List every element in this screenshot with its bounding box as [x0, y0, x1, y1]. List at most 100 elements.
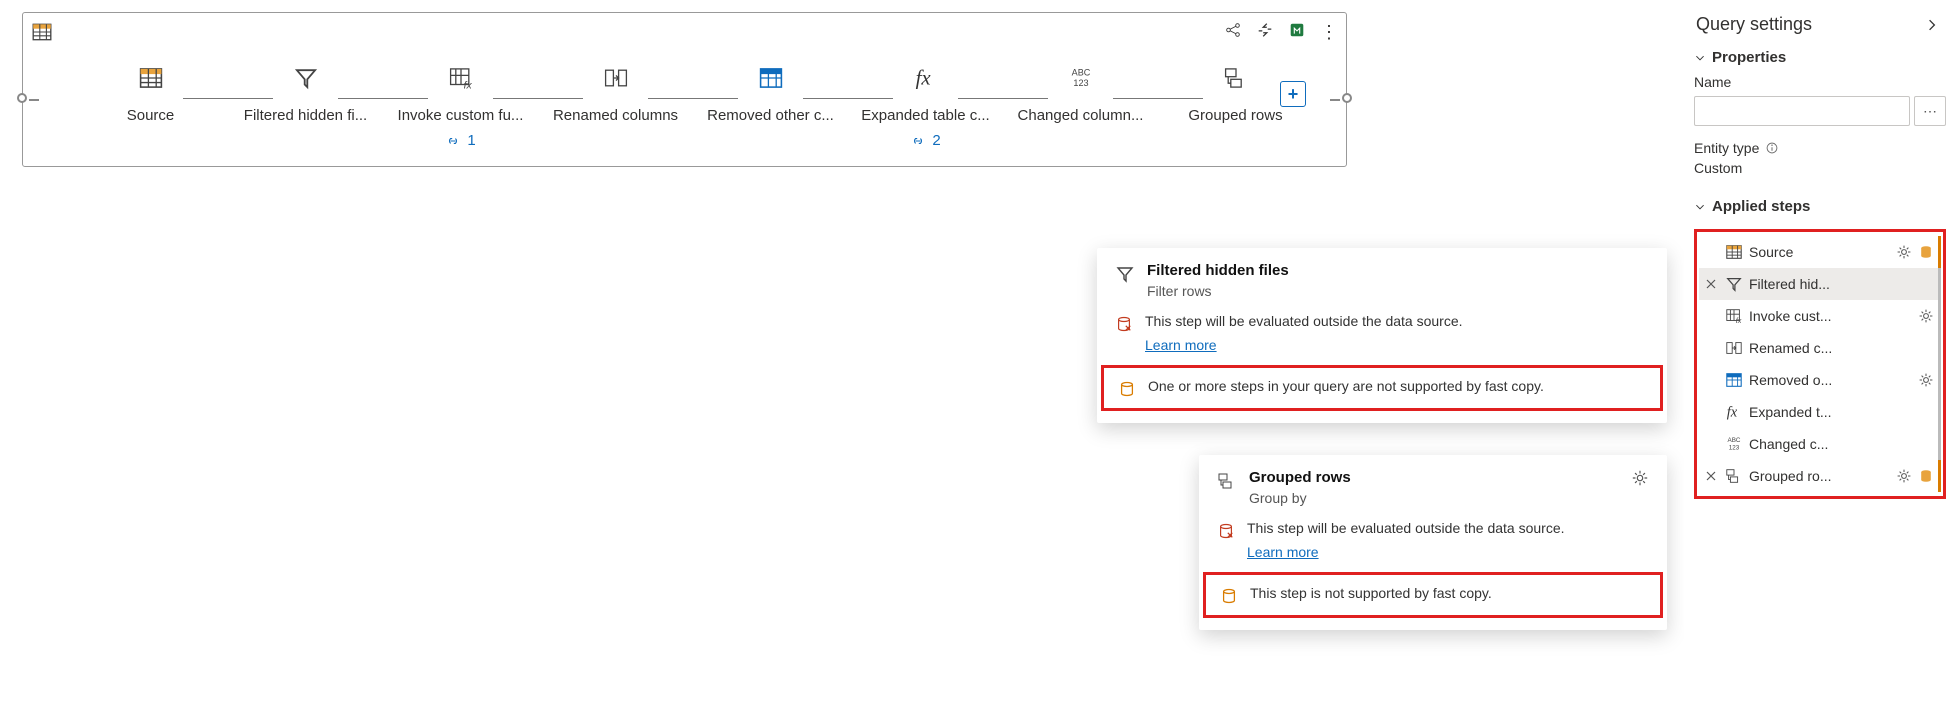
step-label: Invoke cust...: [1749, 308, 1912, 324]
diagram-step[interactable]: Invoke custom fu... 1: [383, 63, 538, 149]
step-label: Source: [127, 107, 175, 124]
filter-icon: [1725, 275, 1743, 293]
applied-step-item[interactable]: Removed o...: [1699, 364, 1941, 396]
rename-cols-icon: [1725, 339, 1743, 357]
name-more-button[interactable]: ⋯: [1914, 96, 1946, 126]
chevron-down-icon: [1694, 201, 1706, 213]
powerquery-icon[interactable]: [1288, 21, 1306, 42]
applied-step-item[interactable]: Renamed c...: [1699, 332, 1941, 364]
group-icon: [1217, 471, 1237, 491]
step-linked-count[interactable]: 2: [910, 132, 940, 149]
database-icon: [1918, 468, 1934, 484]
info-icon[interactable]: [1765, 141, 1779, 155]
step-label: Filtered hid...: [1749, 276, 1934, 292]
group-icon: [1725, 467, 1743, 485]
table-icon: [31, 21, 53, 43]
abc123-icon: [1066, 63, 1096, 93]
query-settings-panel: Query settings Properties Name ⋯ Entity …: [1684, 0, 1952, 708]
entity-type-label: Entity type: [1694, 140, 1759, 156]
steps-row: Source Filtered hidden fi... Invoke cust…: [73, 63, 1316, 149]
learn-more-link[interactable]: Learn more: [1247, 544, 1319, 560]
step-label: Expanded t...: [1749, 404, 1934, 420]
gear-icon[interactable]: [1896, 468, 1912, 484]
entity-type-value: Custom: [1694, 160, 1946, 176]
filter-icon: [291, 63, 321, 93]
applied-step-item[interactable]: Invoke cust...: [1699, 300, 1941, 332]
rename-cols-icon: [601, 63, 631, 93]
sidebar-title: Query settings: [1696, 14, 1812, 35]
step-label: Changed column...: [1018, 107, 1144, 124]
step-label: Removed o...: [1749, 372, 1912, 388]
name-label: Name: [1694, 74, 1946, 90]
chevron-right-icon[interactable]: [1924, 17, 1940, 33]
applied-step-item[interactable]: Grouped ro...: [1699, 460, 1941, 492]
table-fx-icon: [1725, 307, 1743, 325]
step-label: Grouped rows: [1188, 107, 1282, 124]
abc123-icon: [1725, 435, 1743, 453]
applied-steps-header[interactable]: Applied steps: [1694, 194, 1946, 223]
step-label: Grouped ro...: [1749, 468, 1890, 484]
input-connector: [17, 93, 27, 103]
tooltip1-fastcopy: One or more steps in your query are not …: [1148, 378, 1544, 394]
properties-section-header[interactable]: Properties: [1694, 45, 1946, 74]
gear-icon[interactable]: [1918, 372, 1934, 388]
collapse-icon[interactable]: [1256, 21, 1274, 42]
diagram-step[interactable]: Changed column...: [1003, 63, 1158, 124]
step-label: Renamed columns: [553, 107, 678, 124]
tooltip-filtered-hidden-files: Filtered hidden files Filter rows This s…: [1097, 248, 1667, 423]
tooltip1-title: Filtered hidden files: [1147, 262, 1289, 279]
gear-icon[interactable]: [1896, 244, 1912, 260]
applied-steps-list: Source Filtered hid... Invoke cust... Re…: [1694, 229, 1946, 499]
tooltip1-subtitle: Filter rows: [1147, 283, 1289, 299]
table-fx-icon: [446, 63, 476, 93]
applied-step-item[interactable]: Changed c...: [1699, 428, 1941, 460]
applied-step-item[interactable]: Expanded t...: [1699, 396, 1941, 428]
applied-step-item[interactable]: Source: [1699, 236, 1941, 268]
step-label: Filtered hidden fi...: [244, 107, 367, 124]
more-vertical-icon[interactable]: ⋮: [1320, 23, 1338, 41]
step-label: Expanded table c...: [861, 107, 989, 124]
diagram-step[interactable]: Expanded table c... 2: [848, 63, 1003, 149]
diagram-step[interactable]: Removed other c...: [693, 63, 848, 124]
step-linked-count[interactable]: 1: [445, 132, 475, 149]
tooltip2-fastcopy: This step is not supported by fast copy.: [1250, 585, 1492, 601]
fx-icon: [911, 63, 941, 93]
table-icon: [1725, 243, 1743, 261]
tooltip2-title: Grouped rows: [1249, 469, 1351, 486]
step-label: Renamed c...: [1749, 340, 1934, 356]
step-label: Source: [1749, 244, 1890, 260]
fx-icon: [1725, 403, 1743, 421]
table-blue-icon: [1725, 371, 1743, 389]
tooltip2-subtitle: Group by: [1249, 490, 1351, 506]
database-icon: [1918, 244, 1934, 260]
applied-step-item[interactable]: Filtered hid...: [1699, 268, 1941, 300]
step-label: Invoke custom fu...: [398, 107, 524, 124]
diagram-step[interactable]: Source: [73, 63, 228, 124]
database-orange-icon: [1118, 380, 1136, 398]
add-step-button[interactable]: +: [1280, 81, 1306, 107]
learn-more-link[interactable]: Learn more: [1145, 337, 1217, 353]
step-label: Changed c...: [1749, 436, 1934, 452]
group-icon: [1221, 63, 1251, 93]
gear-icon[interactable]: [1631, 469, 1649, 487]
table-blue-icon: [756, 63, 786, 93]
tooltip2-warning: This step will be evaluated outside the …: [1247, 520, 1565, 536]
delete-step-icon[interactable]: [1703, 468, 1719, 484]
table-icon: [136, 63, 166, 93]
step-label: Removed other c...: [707, 107, 834, 124]
database-warning-icon: [1217, 522, 1235, 540]
name-input[interactable]: [1694, 96, 1910, 126]
filter-icon: [1115, 264, 1135, 284]
database-warning-icon: [1115, 315, 1133, 333]
share-icon[interactable]: [1224, 21, 1242, 42]
query-diagram: ⋮ Source Filtered hidden fi... Invoke cu…: [22, 12, 1347, 167]
diagram-step[interactable]: Filtered hidden fi...: [228, 63, 383, 124]
chevron-down-icon: [1694, 52, 1706, 64]
tooltip-grouped-rows: Grouped rows Group by This step will be …: [1199, 455, 1667, 630]
database-orange-icon: [1220, 587, 1238, 605]
tooltip1-warning: This step will be evaluated outside the …: [1145, 313, 1463, 329]
delete-step-icon[interactable]: [1703, 276, 1719, 292]
diagram-step[interactable]: Renamed columns: [538, 63, 693, 124]
output-connector: [1342, 93, 1352, 103]
gear-icon[interactable]: [1918, 308, 1934, 324]
